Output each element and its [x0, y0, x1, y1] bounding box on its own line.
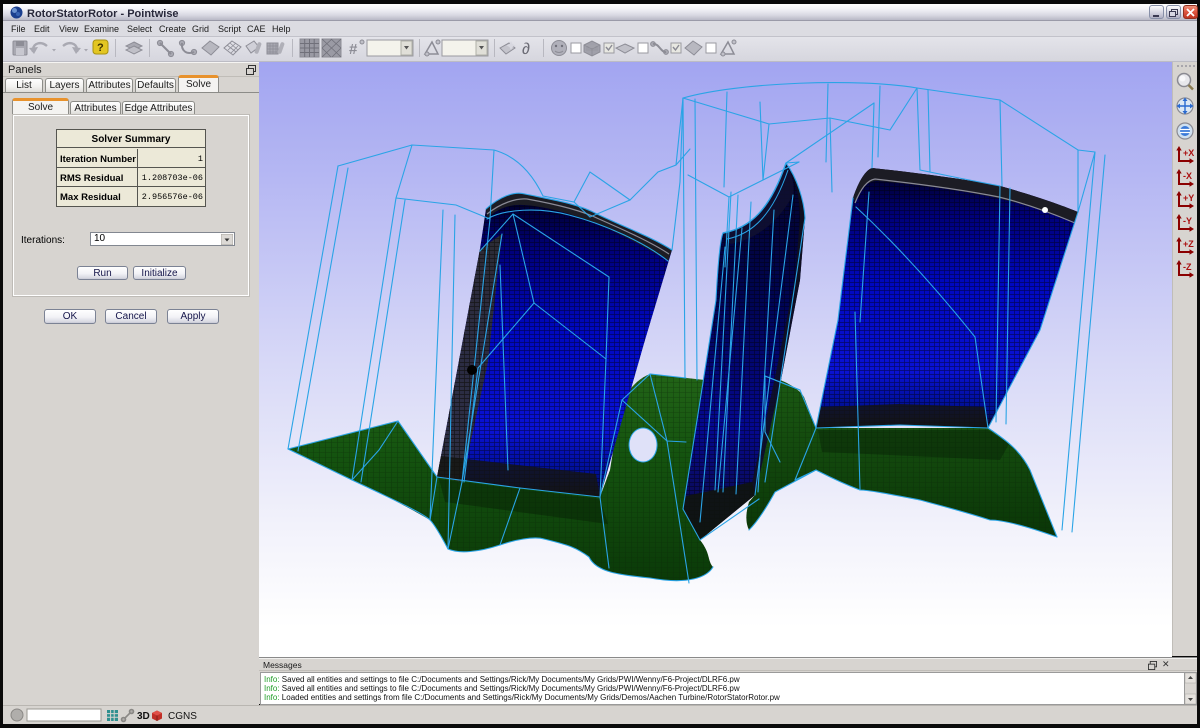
svg-text:∂: ∂ [522, 41, 530, 58]
svg-text:+Z: +Z [1183, 239, 1194, 249]
svg-text:CGNS: CGNS [168, 711, 197, 722]
svg-text:-X: -X [1183, 171, 1192, 181]
svg-text:#: # [349, 41, 358, 58]
svg-text:3D: 3D [137, 711, 150, 722]
svg-text:-Y: -Y [1183, 216, 1192, 226]
svg-text:-Z: -Z [1183, 262, 1192, 272]
svg-text:?: ? [97, 42, 104, 54]
svg-text:+Y: +Y [1183, 193, 1194, 203]
svg-text:+X: +X [1183, 148, 1194, 158]
